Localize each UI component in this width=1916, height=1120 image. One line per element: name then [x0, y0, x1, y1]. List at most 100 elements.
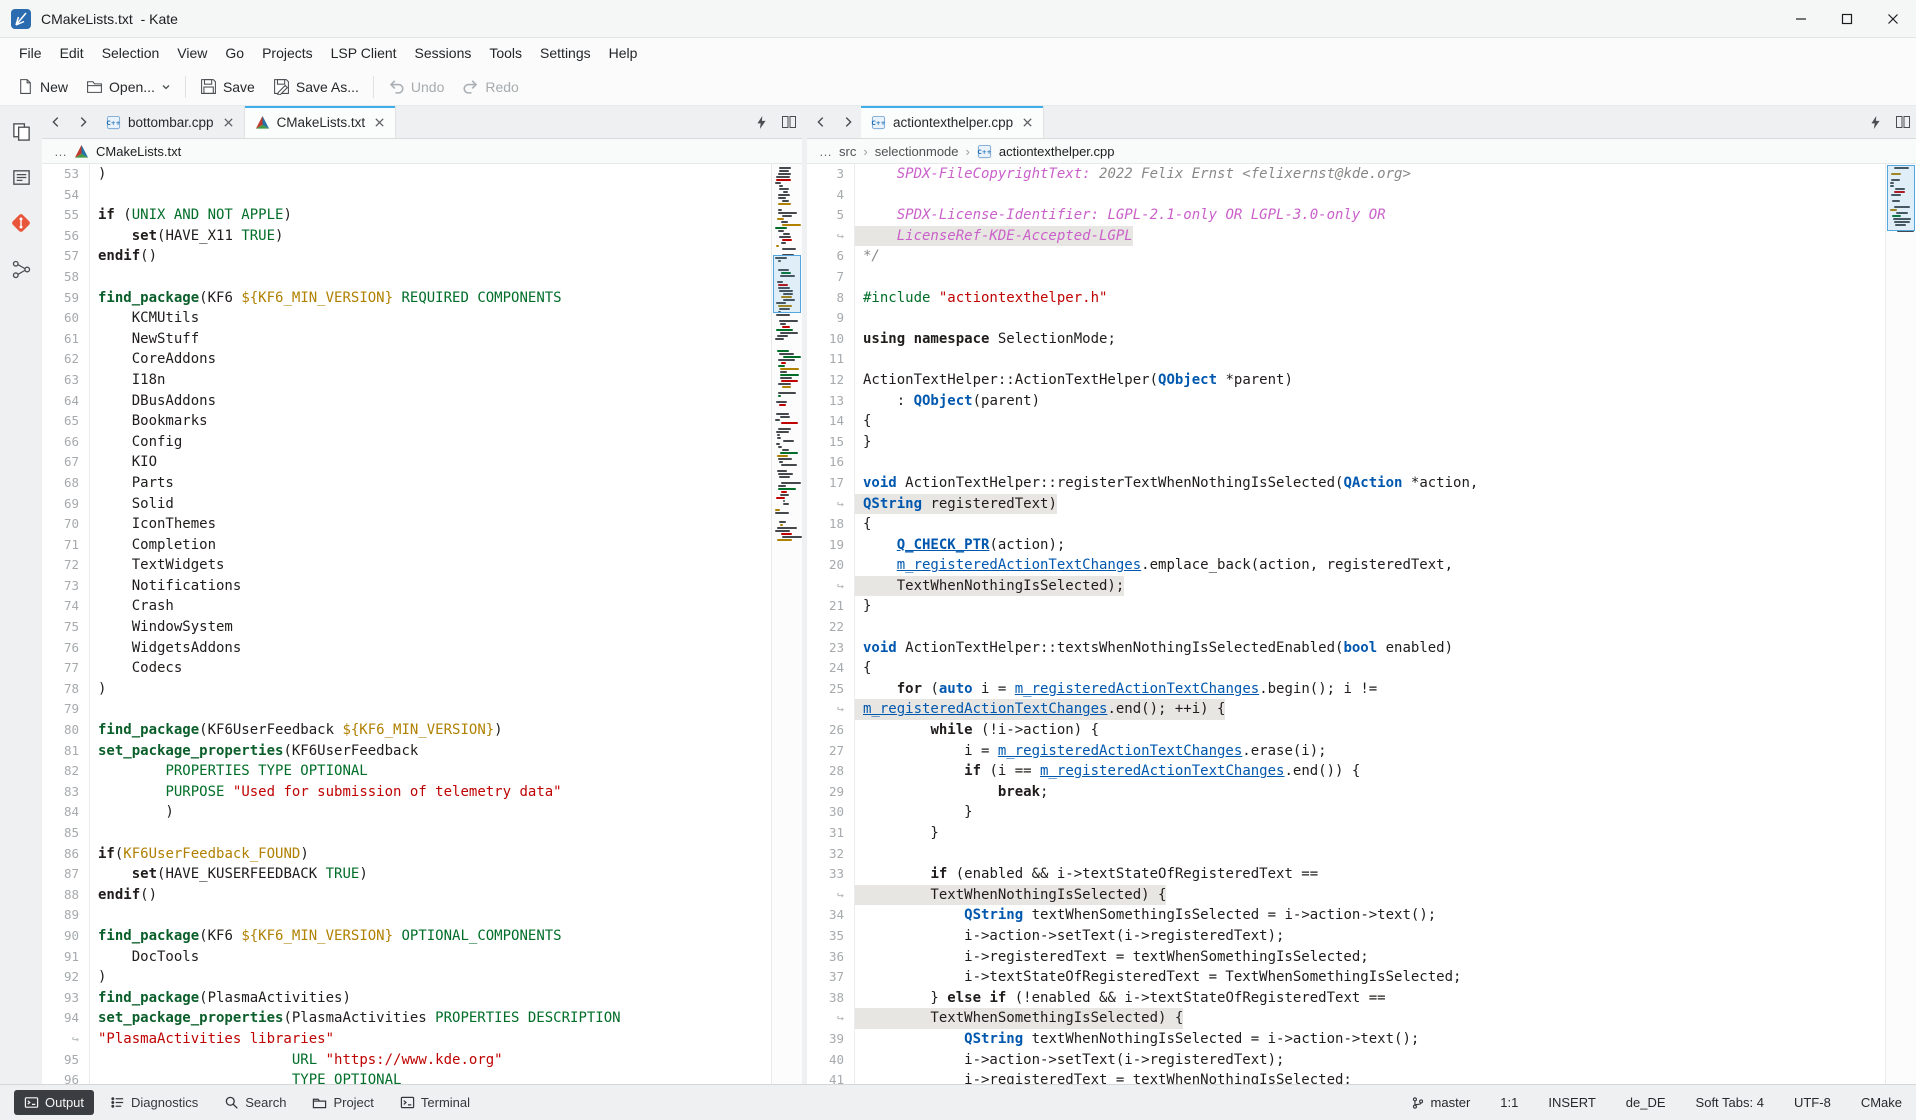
code-line[interactable]: 13 : QObject(parent) [807, 391, 1885, 412]
toolview-terminal-button[interactable]: Terminal [390, 1090, 480, 1115]
toolview-output-button[interactable]: Output [14, 1090, 94, 1115]
code-line[interactable]: 82 PROPERTIES TYPE OPTIONAL [42, 761, 771, 782]
code-line[interactable]: 71 Completion [42, 535, 771, 556]
undo-button[interactable]: Undo [379, 73, 453, 100]
code-line[interactable]: 3 SPDX-FileCopyrightText: 2022 Felix Ern… [807, 164, 1885, 185]
code-line[interactable]: 26 while (!i->action) { [807, 720, 1885, 741]
code-line[interactable]: 66 Config [42, 432, 771, 453]
code-line[interactable]: 93find_package(PlasmaActivities) [42, 988, 771, 1009]
code-line[interactable]: 55if (UNIX AND NOT APPLE) [42, 205, 771, 226]
code-line[interactable]: 32 [807, 844, 1885, 865]
code-line[interactable]: 84 ) [42, 802, 771, 823]
breadcrumb-file[interactable]: actiontexthelper.cpp [999, 144, 1115, 159]
code-line[interactable]: 92) [42, 967, 771, 988]
code-area-left[interactable]: 53)5455if (UNIX AND NOT APPLE)56 set(HAV… [42, 164, 771, 1084]
code-line[interactable]: 86if(KF6UserFeedback_FOUND) [42, 844, 771, 865]
code-line[interactable]: 87 set(HAVE_KUSERFEEDBACK TRUE) [42, 864, 771, 885]
menu-help[interactable]: Help [600, 41, 647, 65]
code-line[interactable]: 39 QString textWhenNothingIsSelected = i… [807, 1029, 1885, 1050]
split-view-button[interactable] [1889, 106, 1916, 138]
code-line[interactable]: 88endif() [42, 885, 771, 906]
toolview-search-button[interactable]: Search [214, 1090, 296, 1115]
sidebar-documents-button[interactable] [6, 116, 36, 146]
code-line[interactable]: 80find_package(KF6UserFeedback ${KF6_MIN… [42, 720, 771, 741]
tab-actiontexthelper.cpp[interactable]: C++actiontexthelper.cpp [861, 106, 1044, 138]
code-line[interactable]: 22 [807, 617, 1885, 638]
quick-actions-button[interactable] [748, 106, 775, 138]
code-line[interactable]: 65 Bookmarks [42, 411, 771, 432]
code-line[interactable]: 7 [807, 267, 1885, 288]
code-line[interactable]: 74 Crash [42, 596, 771, 617]
code-line[interactable]: 40 i->action->setText(i->registeredText)… [807, 1050, 1885, 1071]
minimap-viewport[interactable] [773, 255, 801, 313]
code-line[interactable]: 31 } [807, 823, 1885, 844]
breadcrumb-item[interactable]: src [839, 144, 856, 159]
code-line[interactable]: 28 if (i == m_registeredActionTextChange… [807, 761, 1885, 782]
code-line[interactable]: 96 TYPE OPTIONAL [42, 1070, 771, 1084]
menu-lsp-client[interactable]: LSP Client [322, 41, 406, 65]
breadcrumb-overflow-button[interactable]: … [819, 144, 832, 159]
minimap-scrollbar-right[interactable] [1885, 164, 1916, 1084]
code-line[interactable]: 90find_package(KF6 ${KF6_MIN_VERSION} OP… [42, 926, 771, 947]
code-line[interactable]: 8#include "actiontexthelper.h" [807, 288, 1885, 309]
code-line[interactable]: 59find_package(KF6 ${KF6_MIN_VERSION} RE… [42, 288, 771, 309]
code-line[interactable]: 33 if (enabled && i->textStateOfRegister… [807, 864, 1885, 885]
code-line[interactable]: 21} [807, 596, 1885, 617]
encoding[interactable]: UTF-8 [1794, 1095, 1831, 1110]
code-line[interactable]: 11 [807, 349, 1885, 370]
menu-go[interactable]: Go [216, 41, 253, 65]
menu-settings[interactable]: Settings [531, 41, 600, 65]
code-line[interactable]: ↪ TextWhenNothingIsSelected); [807, 576, 1885, 597]
menu-edit[interactable]: Edit [51, 41, 93, 65]
code-line[interactable]: 15} [807, 432, 1885, 453]
code-line[interactable]: 85 [42, 823, 771, 844]
toolview-project-button[interactable]: Project [302, 1090, 383, 1115]
code-line[interactable]: ↪m_registeredActionTextChanges.end(); ++… [807, 699, 1885, 720]
new-button[interactable]: New [8, 73, 77, 100]
history-back-button[interactable] [42, 106, 69, 138]
menu-tools[interactable]: Tools [480, 41, 531, 65]
tab-close-button[interactable] [374, 117, 385, 128]
minimap-viewport[interactable] [1887, 165, 1915, 231]
code-line[interactable]: 12ActionTextHelper::ActionTextHelper(QOb… [807, 370, 1885, 391]
code-line[interactable]: 34 QString textWhenSomethingIsSelected =… [807, 905, 1885, 926]
code-line[interactable]: 5 SPDX-License-Identifier: LGPL-2.1-only… [807, 205, 1885, 226]
code-line[interactable]: 62 CoreAddons [42, 349, 771, 370]
code-line[interactable]: 9 [807, 308, 1885, 329]
highlight-mode[interactable]: CMake [1861, 1095, 1902, 1110]
code-line[interactable]: ↪QString registeredText) [807, 494, 1885, 515]
maximize-button[interactable] [1824, 0, 1870, 37]
code-line[interactable]: 30 } [807, 802, 1885, 823]
breadcrumb-item[interactable]: selectionmode [875, 144, 959, 159]
toolview-diagnostics-button[interactable]: Diagnostics [100, 1090, 208, 1115]
tab-close-button[interactable] [223, 117, 234, 128]
sidebar-git-button[interactable] [6, 208, 36, 238]
code-line[interactable]: 73 Notifications [42, 576, 771, 597]
breadcrumb-file[interactable]: CMakeLists.txt [96, 144, 181, 159]
code-line[interactable]: 18{ [807, 514, 1885, 535]
code-line[interactable]: 41 i->registeredText = textWhenNothingIs… [807, 1070, 1885, 1084]
code-line[interactable]: 63 I18n [42, 370, 771, 391]
menu-sessions[interactable]: Sessions [406, 41, 481, 65]
sidebar-symbols-button[interactable] [6, 254, 36, 284]
minimize-button[interactable] [1778, 0, 1824, 37]
history-back-button[interactable] [807, 106, 834, 138]
code-line[interactable]: ↪ LicenseRef-KDE-Accepted-LGPL [807, 226, 1885, 247]
menu-file[interactable]: File [10, 41, 51, 65]
code-line[interactable]: 4 [807, 185, 1885, 206]
code-line[interactable]: 77 Codecs [42, 658, 771, 679]
dictionary[interactable]: de_DE [1626, 1095, 1666, 1110]
code-line[interactable]: 64 DBusAddons [42, 391, 771, 412]
code-line[interactable]: ↪"PlasmaActivities libraries" [42, 1029, 771, 1050]
code-line[interactable]: 35 i->action->setText(i->registeredText)… [807, 926, 1885, 947]
code-line[interactable]: 17void ActionTextHelper::registerTextWhe… [807, 473, 1885, 494]
code-line[interactable]: 54 [42, 185, 771, 206]
open-button[interactable]: Open... [77, 73, 180, 100]
redo-button[interactable]: Redo [453, 73, 527, 100]
editor-left[interactable]: 53)5455if (UNIX AND NOT APPLE)56 set(HAV… [42, 164, 802, 1084]
split-view-button[interactable] [775, 106, 802, 138]
code-area-right[interactable]: 3 SPDX-FileCopyrightText: 2022 Felix Ern… [807, 164, 1885, 1084]
code-line[interactable]: 60 KCMUtils [42, 308, 771, 329]
code-line[interactable]: 27 i = m_registeredActionTextChanges.era… [807, 741, 1885, 762]
code-line[interactable]: 38 } else if (!enabled && i->textStateOf… [807, 988, 1885, 1009]
